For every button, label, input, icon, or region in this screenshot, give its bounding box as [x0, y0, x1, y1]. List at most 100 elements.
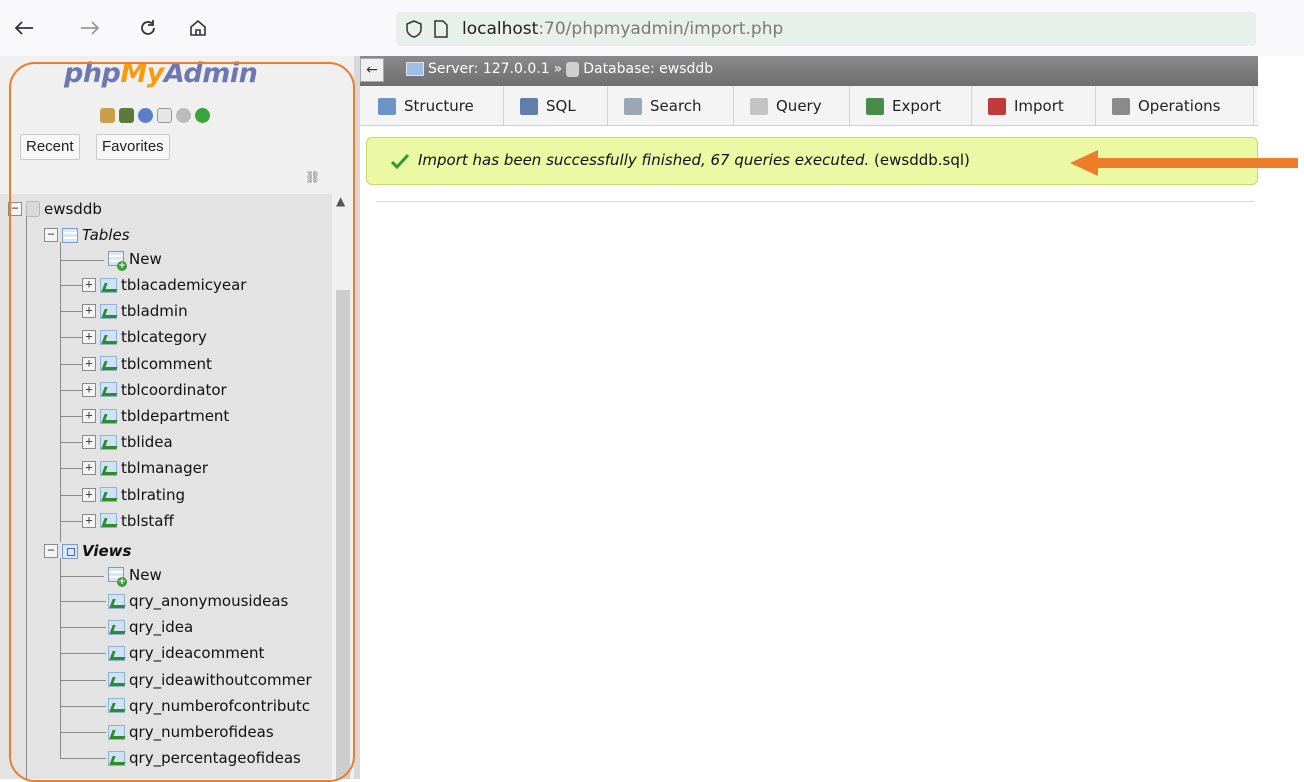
expand-icon[interactable]: + [82, 330, 96, 345]
forward-arrow-icon[interactable] [76, 14, 104, 42]
table-label: tblrating [121, 485, 186, 504]
logo-my: My [120, 58, 164, 89]
docs-icon[interactable] [157, 108, 172, 123]
server-icon [406, 62, 424, 76]
view-icon [108, 619, 125, 635]
table-icon [100, 434, 117, 450]
export-icon [866, 97, 884, 115]
home-icon[interactable] [100, 108, 115, 123]
tree-table-item[interactable]: + tblidea [82, 429, 173, 455]
favorites-button[interactable]: Favorites [96, 134, 170, 160]
address-bar[interactable]: localhost:70/phpmyadmin/import.php [396, 12, 1256, 46]
breadcrumb-server[interactable]: Server: 127.0.0.1 [428, 61, 550, 77]
tab-import[interactable]: Import [972, 86, 1096, 126]
tree-views-group[interactable]: − Views [44, 538, 131, 564]
database-icon [26, 201, 40, 217]
tree-view-item[interactable]: qry_ideacomment [108, 640, 264, 666]
tree-line [60, 653, 106, 655]
breadcrumb: Server: 127.0.0.1 » Database: ewsddb [406, 61, 713, 77]
tree-table-item[interactable]: + tblcategory [82, 324, 207, 350]
expand-icon[interactable]: + [82, 278, 96, 292]
phpmyadmin-logo[interactable]: phpMyAdmin [64, 58, 258, 89]
tree-line [60, 311, 82, 313]
view-label: qry_ideacomment [129, 644, 265, 663]
tree-line [60, 337, 82, 339]
tab-export[interactable]: Export [850, 86, 972, 126]
tree-view-item[interactable]: qry_ideawithoutcommer [108, 667, 312, 693]
tree-line [60, 468, 82, 470]
scrollbar-thumb[interactable] [336, 290, 350, 779]
tree-database-ewsddb[interactable]: − ewsddb [8, 196, 102, 222]
back-arrow-icon[interactable] [10, 14, 38, 42]
home-icon[interactable] [184, 14, 212, 42]
tab-sql[interactable]: SQL [504, 86, 608, 126]
tree-line [60, 758, 106, 760]
search-icon [624, 97, 642, 115]
success-message-text: Import has been successfully finished, 6… [418, 151, 970, 169]
checkmark-icon [390, 153, 410, 170]
expand-icon[interactable]: + [82, 409, 96, 423]
tree-line [60, 705, 106, 707]
tree-table-item[interactable]: + tblacademicyear [82, 272, 246, 298]
tree-table-item[interactable]: + tbladmin [82, 298, 188, 324]
table-icon [100, 513, 117, 529]
scroll-up-icon[interactable]: ▲ [336, 194, 345, 208]
tree-table-item[interactable]: + tbldepartment [82, 403, 229, 429]
tab-label: Search [650, 97, 702, 115]
tab-query[interactable]: Query [734, 86, 850, 126]
tree-view-item[interactable]: qry_idea [108, 614, 193, 640]
new-label: New [129, 250, 162, 268]
tree-view-item[interactable]: qry_numberofideas [108, 719, 274, 745]
help-icon[interactable] [138, 108, 153, 123]
import-icon [988, 97, 1006, 115]
tree-table-item[interactable]: + tblmanager [82, 455, 208, 481]
collapse-icon[interactable]: − [8, 202, 22, 216]
tree-line [60, 601, 106, 602]
reload-icon[interactable] [134, 14, 162, 42]
collapse-icon[interactable]: − [44, 544, 58, 558]
sidebar-divider[interactable] [354, 56, 360, 779]
table-icon [100, 460, 117, 476]
tab-structure[interactable]: Structure [362, 86, 504, 126]
tree-tables-group[interactable]: − Tables [44, 222, 130, 248]
page-icon [434, 20, 448, 38]
expand-icon[interactable]: + [82, 435, 96, 450]
table-icon [100, 356, 117, 372]
tab-label: Structure [404, 97, 474, 115]
tab-operations[interactable]: Operations [1096, 86, 1254, 126]
tab-search[interactable]: Search [608, 86, 734, 126]
table-label: tblmanager [121, 459, 208, 478]
reload-navigation-icon[interactable] [195, 108, 210, 123]
annotation-arrow-icon [1070, 150, 1298, 176]
tree-line [60, 442, 82, 444]
expand-icon[interactable]: + [82, 461, 96, 476]
collapse-icon[interactable]: − [44, 228, 58, 242]
table-icon [100, 277, 117, 293]
sql-icon [520, 97, 538, 115]
logout-icon[interactable] [119, 108, 134, 123]
settings-gear-icon[interactable] [176, 108, 191, 123]
new-view-icon [108, 566, 127, 587]
link-chain-icon[interactable]: ⛓ [305, 170, 320, 184]
tree-view-item[interactable]: qry_percentageofideas [108, 745, 301, 771]
expand-icon[interactable]: + [82, 304, 96, 319]
tree-table-item[interactable]: + tblrating [82, 482, 185, 508]
sidebar-quick-icons [100, 108, 210, 123]
tree-view-item[interactable]: qry_anonymousideas [108, 588, 288, 614]
collapse-sidebar-icon[interactable]: ← [360, 58, 384, 82]
expand-icon[interactable]: + [82, 356, 96, 371]
table-label: tblcomment [121, 354, 212, 373]
recent-button[interactable]: Recent [20, 134, 80, 160]
tree-view-new[interactable]: New [108, 562, 162, 588]
view-label: qry_idea [129, 618, 194, 637]
tree-table-item[interactable]: + tblcoordinator [82, 377, 227, 403]
expand-icon[interactable]: + [82, 513, 96, 528]
tree-table-item[interactable]: + tblcomment [82, 351, 212, 377]
expand-icon[interactable]: + [82, 382, 96, 397]
breadcrumb-database[interactable]: Database: ewsddb [583, 61, 713, 77]
tree-view-item[interactable]: qry_numberofcontributc [108, 693, 310, 719]
tree-table-new[interactable]: New [108, 246, 162, 272]
tree-table-item[interactable]: + tblstaff [82, 508, 174, 534]
tree-line [60, 242, 61, 542]
expand-icon[interactable]: + [82, 487, 96, 502]
